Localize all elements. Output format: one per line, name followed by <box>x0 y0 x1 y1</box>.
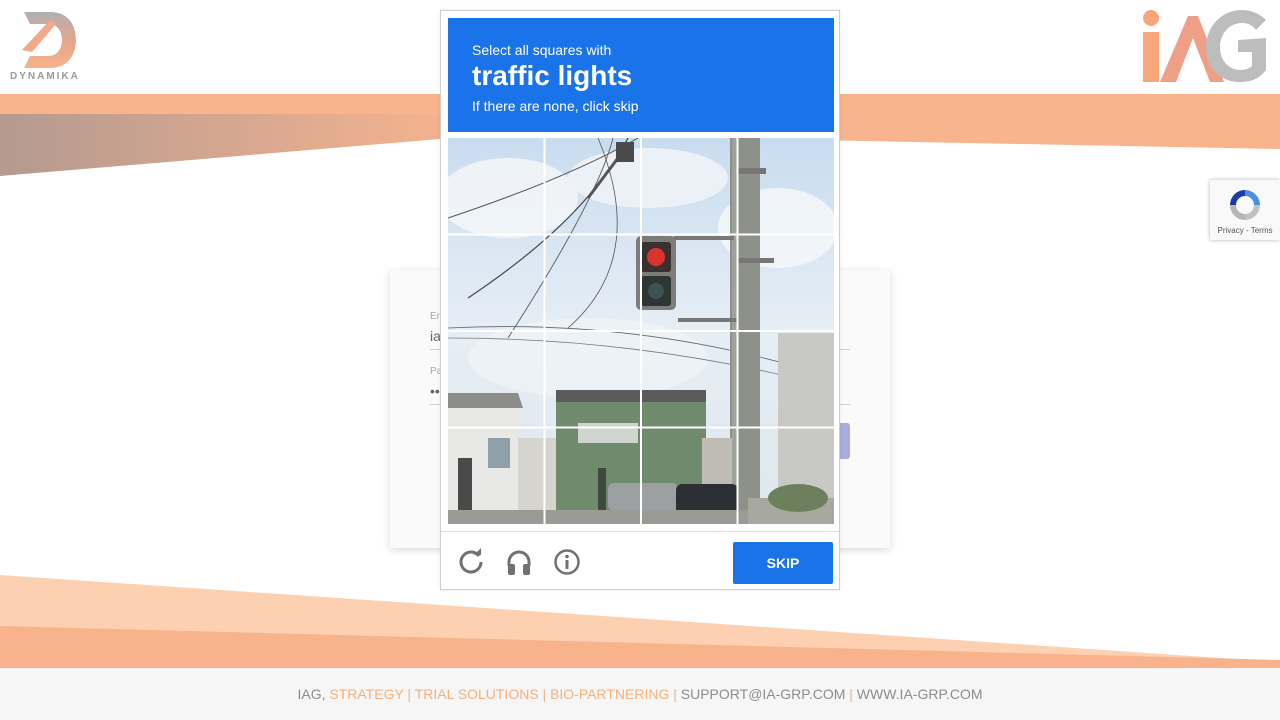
reload-icon[interactable] <box>457 548 485 576</box>
recaptcha-badge[interactable]: Privacy - Terms <box>1210 180 1280 240</box>
recaptcha-badge-text[interactable]: Privacy - Terms <box>1210 226 1280 235</box>
captcha-dialog: Select all squares with traffic lights I… <box>440 10 840 590</box>
site-footer: IAG, STRATEGY | TRIAL SOLUTIONS | BIO-PA… <box>0 668 1280 720</box>
captcha-hint-text: If there are none, click skip <box>472 98 639 114</box>
captcha-target-text: traffic lights <box>472 60 633 91</box>
info-icon[interactable] <box>553 548 581 576</box>
headphones-icon[interactable] <box>505 548 533 576</box>
captcha-instructions: Select all squares with traffic lights I… <box>448 18 834 132</box>
captcha-grid-lines <box>448 138 834 524</box>
recaptcha-icon <box>1230 190 1260 220</box>
skip-button[interactable]: Skip <box>733 542 833 584</box>
captcha-image-grid <box>448 138 834 524</box>
captcha-footer: Skip <box>441 531 839 589</box>
footer-separator: | <box>845 686 857 702</box>
footer-website-link[interactable]: WWW.IA-GRP.COM <box>857 686 983 702</box>
password-field[interactable]: •• <box>430 383 440 399</box>
footer-services: STRATEGY | TRIAL SOLUTIONS | BIO-PARTNER… <box>329 686 681 702</box>
footer-email-link[interactable]: SUPPORT@IA-GRP.COM <box>681 686 846 702</box>
iag-logo-icon[interactable] <box>1140 8 1270 84</box>
footer-company: IAG, <box>297 686 330 702</box>
dynamika-logo-text: DYNAMIKA <box>10 71 80 82</box>
captcha-instruction-text: Select all squares with <box>472 42 612 58</box>
